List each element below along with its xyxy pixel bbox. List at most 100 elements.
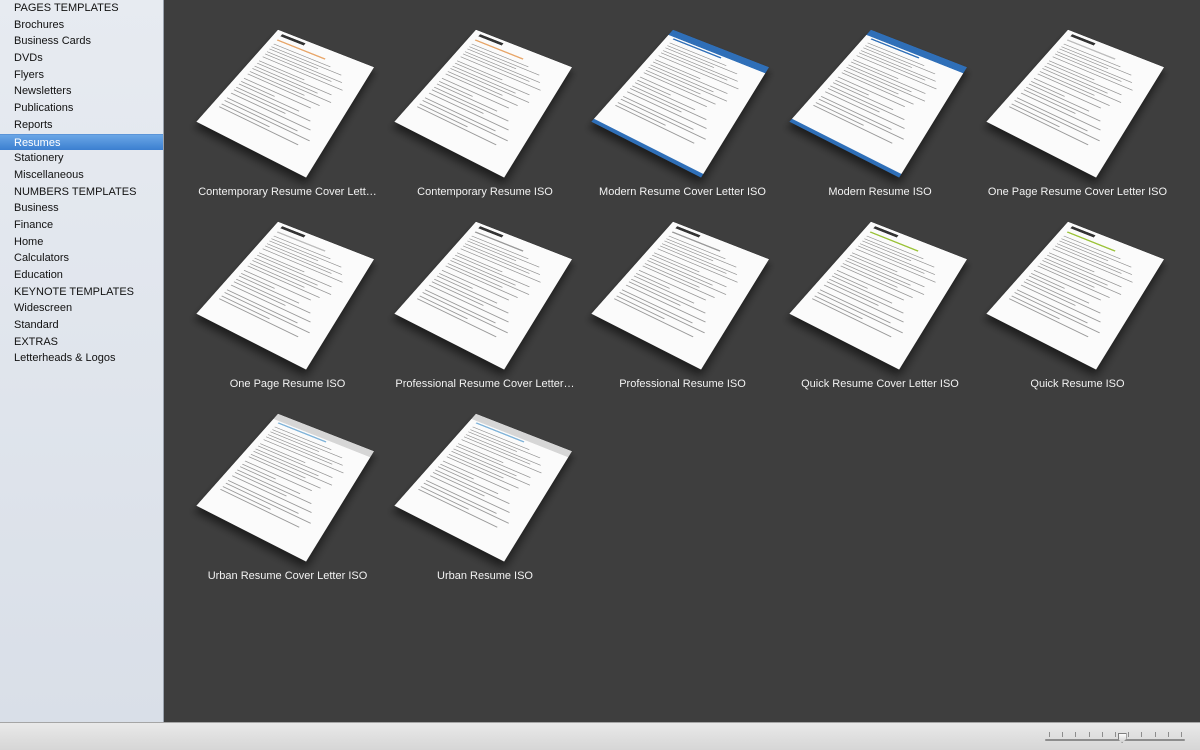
template-thumbnail[interactable] [591, 210, 769, 370]
preview-text-line [1014, 292, 1100, 334]
template-category-sidebar: PAGES TEMPLATES Brochures Business Cards DV… [0, 0, 164, 722]
template-tile[interactable]: Quick Resume Cover Letter ISO [782, 202, 979, 392]
sidebar-item-widescreen[interactable]: Widescreen [0, 300, 163, 317]
template-tile[interactable]: Modern Resume ISO [782, 10, 979, 200]
preview-text-line [421, 100, 508, 142]
sidebar-heading-numbers-templates[interactable]: NUMBERS TEMPLATES [0, 184, 163, 201]
template-tile[interactable]: Urban Resume ISO [387, 394, 584, 584]
sidebar-item-home[interactable]: Home [0, 234, 163, 251]
preview-text-line [422, 482, 509, 524]
preview-title-block [1070, 34, 1096, 46]
template-tile[interactable]: Contemporary Resume ISO [387, 10, 584, 200]
preview-title-block [280, 34, 306, 46]
template-name-label[interactable]: Quick Resume ISO [979, 378, 1176, 390]
sidebar-item-flyers[interactable]: Flyers [0, 67, 163, 84]
preview-text-line [421, 292, 508, 334]
sidebar-item-business[interactable]: Business [0, 200, 163, 217]
template-page-preview [986, 221, 1164, 370]
zoom-slider-tick [1128, 732, 1130, 737]
template-thumbnail[interactable] [788, 210, 967, 370]
sidebar-item-letterheads-logos[interactable]: Letterheads & Logos [0, 350, 163, 367]
sidebar-item-reports[interactable]: Reports [0, 117, 163, 134]
template-page-preview [591, 29, 769, 178]
template-page-preview [788, 221, 967, 370]
template-tile[interactable]: Contemporary Resume Cover Lett… [189, 10, 386, 200]
preview-footer-band [788, 118, 901, 178]
template-tile[interactable]: Quick Resume ISO [979, 202, 1176, 392]
zoom-slider-tick [1181, 732, 1182, 737]
zoom-slider-track[interactable] [1045, 739, 1185, 741]
sidebar-heading-keynote-templates[interactable]: KEYNOTE TEMPLATES [0, 284, 163, 301]
sidebar-item-calculators[interactable]: Calculators [0, 250, 163, 267]
template-name-label[interactable]: Modern Resume Cover Letter ISO [584, 186, 781, 198]
preview-text-line [620, 98, 706, 140]
preview-text-line [619, 292, 705, 334]
template-tile[interactable]: Professional Resume Cover Letter… [387, 202, 584, 392]
template-thumbnail[interactable] [393, 18, 572, 178]
sidebar-item-stationery[interactable]: Stationery [0, 150, 163, 167]
template-thumbnail[interactable] [196, 210, 374, 370]
template-name-label[interactable]: Modern Resume ISO [782, 186, 979, 198]
template-page-preview [393, 29, 572, 178]
template-tile[interactable]: One Page Resume Cover Letter ISO [979, 10, 1176, 200]
preview-text-line [254, 65, 319, 94]
template-thumbnail[interactable] [591, 18, 769, 178]
sidebar-item-publications[interactable]: Publications [0, 100, 163, 117]
preview-text-line [225, 482, 311, 524]
sidebar-item-dvds[interactable]: DVDs [0, 50, 163, 67]
template-page-preview [393, 221, 572, 370]
template-name-label[interactable]: Contemporary Resume Cover Lett… [189, 186, 386, 198]
sidebar-item-miscellaneous[interactable]: Miscellaneous [0, 167, 163, 184]
template-page-preview [393, 413, 572, 562]
sidebar-heading-extras[interactable]: EXTRAS [0, 334, 163, 351]
template-thumbnail[interactable] [788, 18, 967, 178]
preview-text-line [255, 448, 319, 477]
template-name-label[interactable]: Urban Resume ISO [387, 570, 584, 582]
preview-text-line [1044, 257, 1109, 286]
zoom-slider-tick [1154, 732, 1156, 737]
preview-title-block [675, 226, 701, 238]
template-thumbnail[interactable] [196, 18, 374, 178]
sidebar-item-resumes[interactable]: Resumes [0, 133, 163, 151]
zoom-slider-knob[interactable] [1117, 733, 1127, 743]
preview-text-line [817, 98, 904, 140]
preview-text-line [1014, 100, 1100, 142]
template-thumbnail[interactable] [393, 402, 572, 562]
template-name-label[interactable]: Urban Resume Cover Letter ISO [189, 570, 386, 582]
sidebar-heading-pages-templates[interactable]: PAGES TEMPLATES [0, 0, 163, 17]
template-name-label[interactable]: One Page Resume ISO [189, 378, 386, 390]
template-thumbnail[interactable] [986, 18, 1164, 178]
zoom-slider-tick [1167, 732, 1169, 737]
template-thumbnail[interactable] [393, 210, 572, 370]
template-grid: Contemporary Resume Cover Lett… Contempor… [165, 0, 1200, 722]
template-thumbnail[interactable] [196, 402, 374, 562]
template-name-label[interactable]: Contemporary Resume ISO [387, 186, 584, 198]
preview-text-line [224, 292, 310, 334]
preview-text-line [224, 100, 310, 142]
template-name-label[interactable]: Quick Resume Cover Letter ISO [782, 378, 979, 390]
preview-text-line [1044, 65, 1109, 94]
preview-title-block [280, 226, 306, 238]
template-page-preview [196, 221, 374, 370]
zoom-slider-tick [1115, 732, 1116, 737]
sidebar-item-finance[interactable]: Finance [0, 217, 163, 234]
template-page-preview [986, 29, 1164, 178]
template-tile[interactable]: Modern Resume Cover Letter ISO [584, 10, 781, 200]
zoom-slider[interactable] [1045, 729, 1185, 745]
zoom-slider-tick [1088, 732, 1090, 737]
template-page-preview [196, 413, 374, 562]
sidebar-item-brochures[interactable]: Brochures [0, 17, 163, 34]
template-tile[interactable]: Urban Resume Cover Letter ISO [189, 394, 386, 584]
sidebar-item-business-cards[interactable]: Business Cards [0, 33, 163, 50]
template-name-label[interactable]: Professional Resume Cover Letter… [387, 378, 584, 390]
template-thumbnail[interactable] [986, 210, 1164, 370]
sidebar-item-education[interactable]: Education [0, 267, 163, 284]
zoom-slider-tick [1049, 732, 1050, 737]
template-tile[interactable]: One Page Resume ISO [189, 202, 386, 392]
template-tile[interactable]: Professional Resume ISO [584, 202, 781, 392]
sidebar-item-newsletters[interactable]: Newsletters [0, 83, 163, 100]
template-name-label[interactable]: Professional Resume ISO [584, 378, 781, 390]
sidebar-item-standard[interactable]: Standard [0, 317, 163, 334]
template-name-label[interactable]: One Page Resume Cover Letter ISO [979, 186, 1176, 198]
preview-text-line [254, 257, 319, 286]
